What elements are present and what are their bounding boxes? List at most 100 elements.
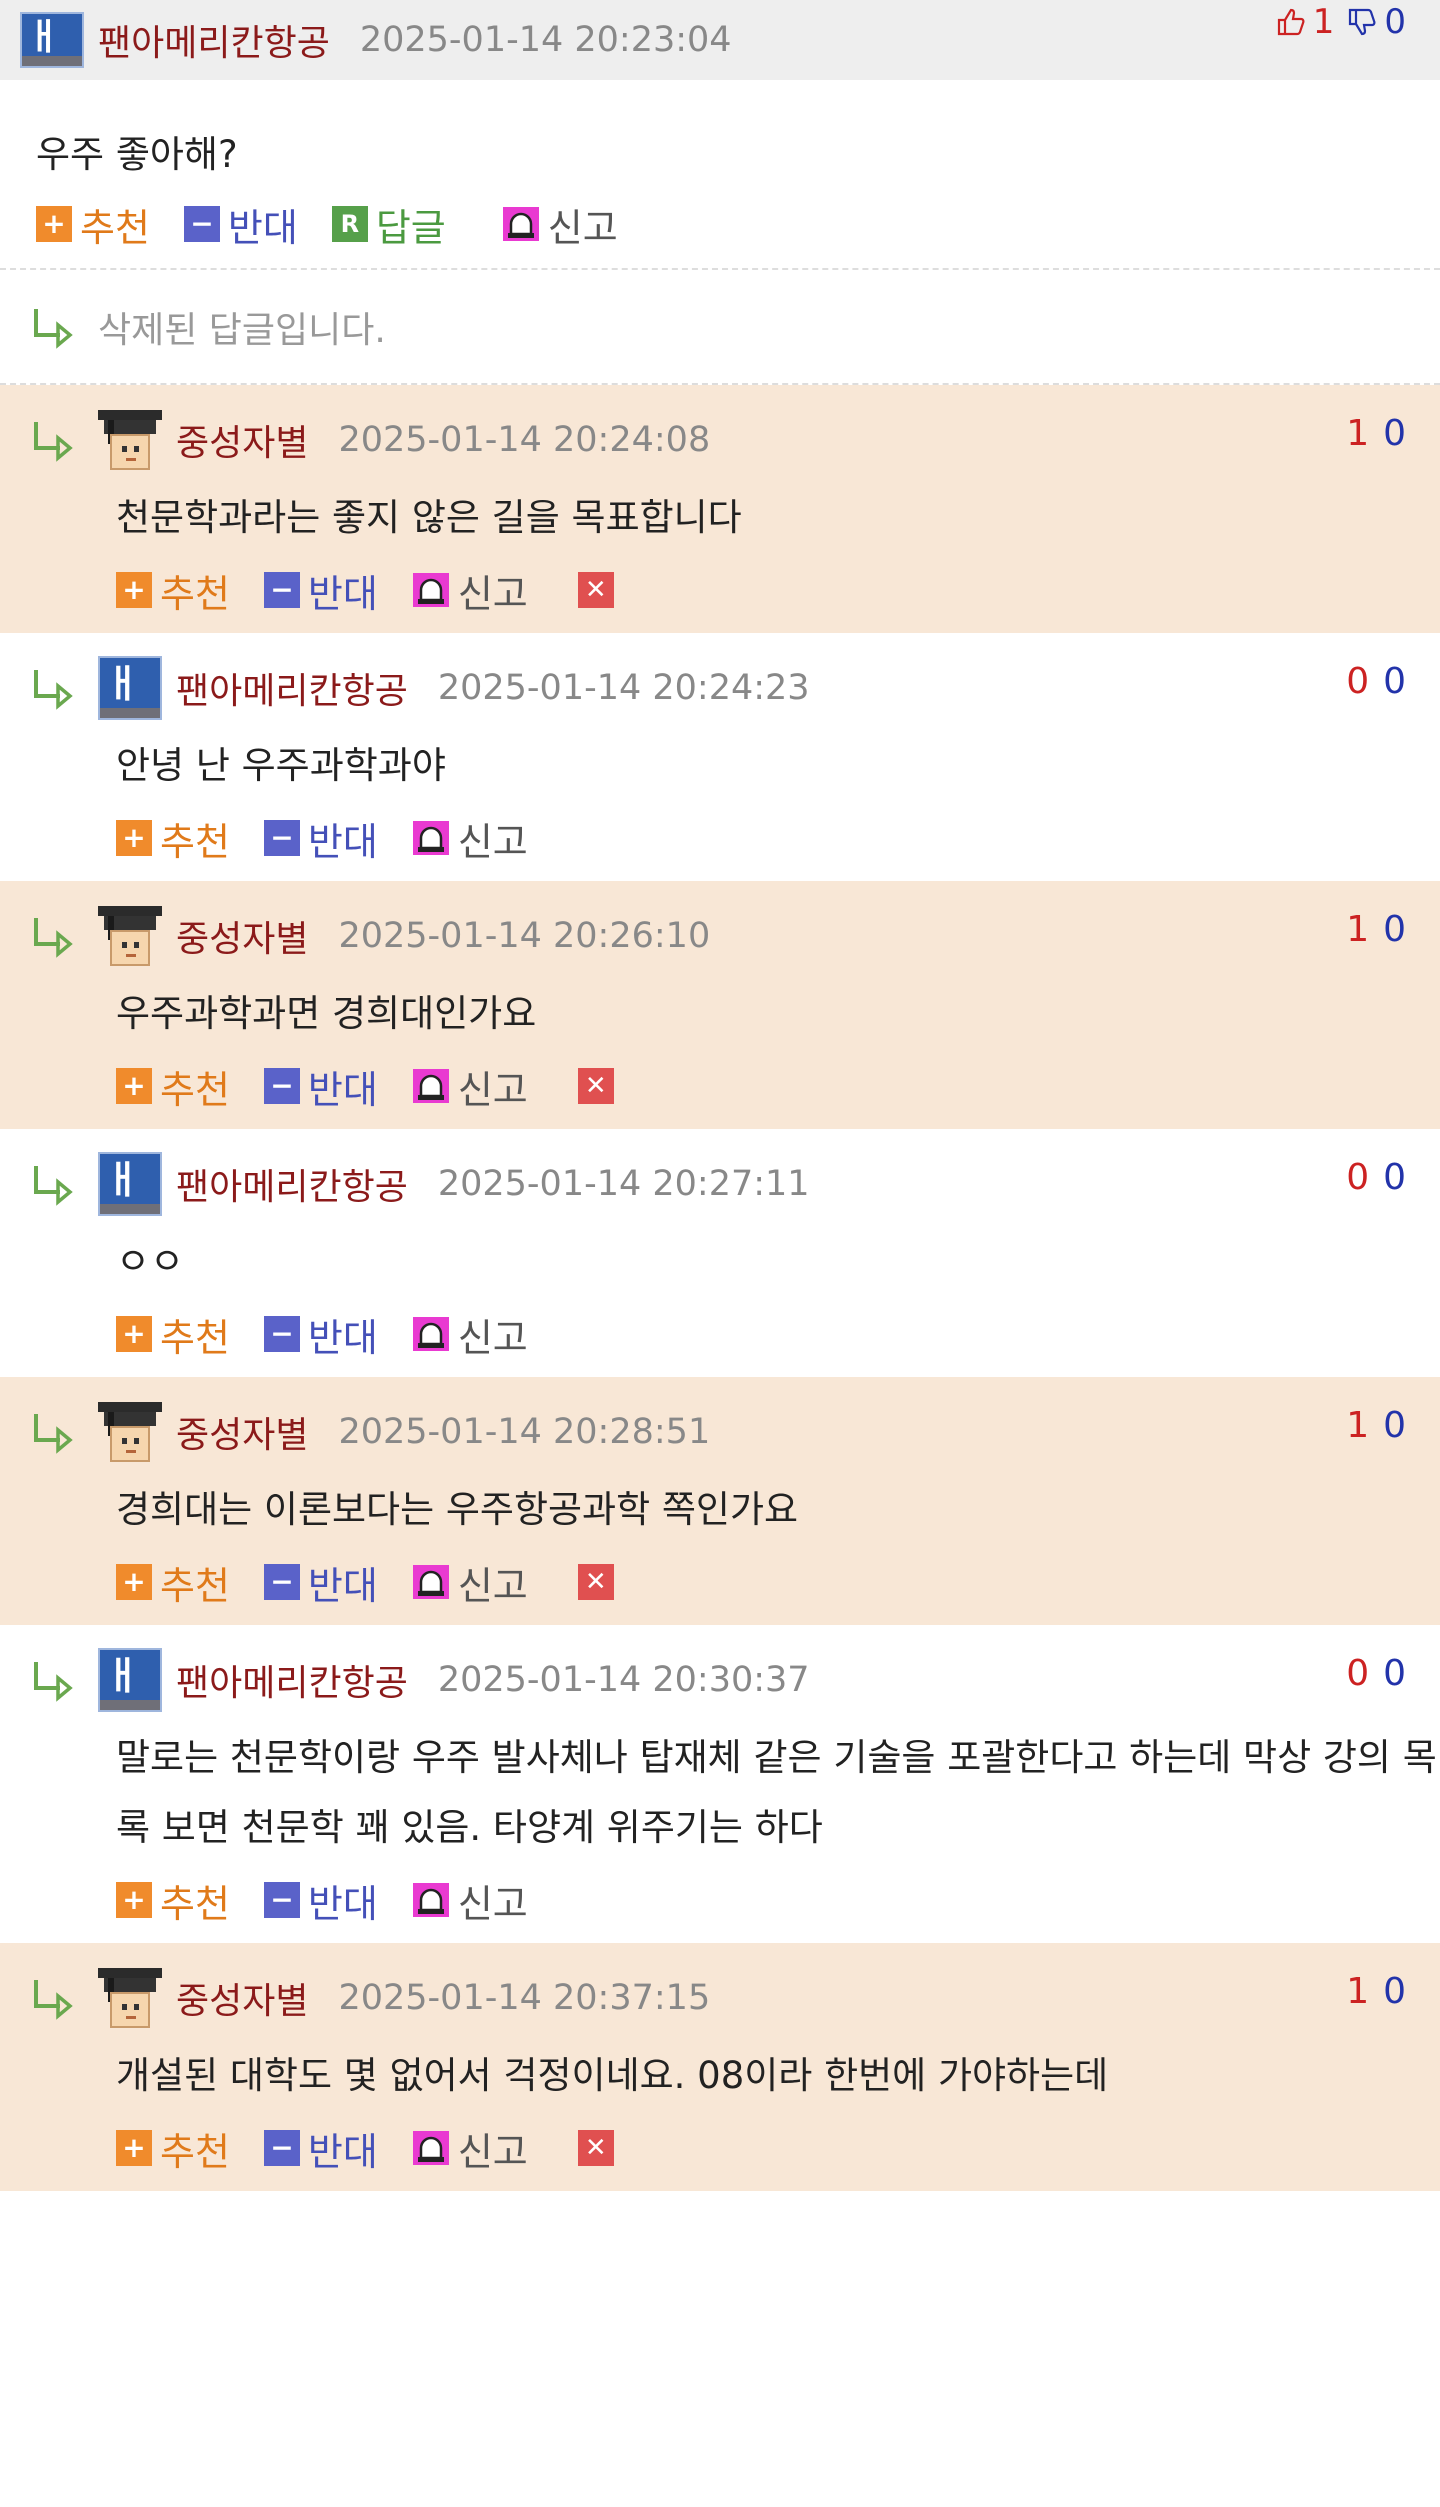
author-nickname[interactable]: 팬아메리칸항공 — [176, 1158, 408, 1210]
thumbs-up-icon[interactable] — [1275, 6, 1307, 38]
recommend-button[interactable]: + 추천 — [116, 811, 230, 866]
level-icon: ㅐ21 — [20, 12, 84, 68]
down-count: 0 — [1384, 2, 1406, 42]
reply-header: 중성자별 2025-01-14 20:37:15 — [0, 1943, 1440, 2033]
recommend-button[interactable]: + 추천 — [36, 197, 150, 252]
delete-button[interactable]: ✕ — [577, 1564, 622, 1600]
oppose-button[interactable]: − 반대 — [263, 811, 378, 866]
author-nickname[interactable]: 중성자별 — [176, 1972, 308, 2024]
recommend-button[interactable]: + 추천 — [116, 1307, 230, 1362]
reply-item: ㅐ21 팬아메리칸항공 2025-01-14 20:24:23 0 0 안녕 난… — [0, 633, 1440, 881]
reply-arrow-icon — [34, 422, 73, 462]
vote-counts: 1 0 — [1346, 909, 1406, 950]
author-nickname[interactable]: 팬아메리칸항공 — [176, 1654, 408, 1706]
plus-icon: + — [116, 820, 152, 856]
close-icon: ✕ — [577, 1068, 614, 1104]
plus-icon: + — [116, 572, 152, 608]
delete-button[interactable]: ✕ — [577, 2130, 622, 2166]
recommend-button[interactable]: + 추천 — [116, 1873, 230, 1928]
comment-date: 2025-01-14 20:28:51 — [338, 1412, 711, 1452]
author-nickname[interactable]: 팬아메리칸항공 — [98, 14, 330, 66]
recommend-button[interactable]: + 추천 — [116, 1555, 230, 1610]
minus-icon: − — [263, 820, 300, 856]
report-button[interactable]: 신고 — [412, 563, 528, 618]
up-count[interactable]: 0 — [1346, 1157, 1369, 1198]
up-count[interactable]: 1 — [1346, 909, 1369, 950]
author-nickname[interactable]: 중성자별 — [176, 910, 308, 962]
oppose-button[interactable]: − 반대 — [263, 1555, 378, 1610]
up-count[interactable]: 1 — [1346, 413, 1369, 454]
comment-thread: ㅐ21 팬아메리칸항공 2025-01-14 20:23:04 1 0 우주 좋… — [0, 0, 1440, 2191]
close-icon: ✕ — [577, 1564, 614, 1600]
down-count[interactable]: 0 — [1383, 661, 1406, 702]
thumbs-down-icon[interactable] — [1346, 6, 1378, 38]
oppose-button[interactable]: − 반대 — [263, 1059, 378, 1114]
comment-date: 2025-01-14 20:27:11 — [437, 1164, 810, 1204]
siren-icon — [412, 821, 449, 855]
report-button[interactable]: 신고 — [412, 2121, 528, 2176]
level-icon: ㅐ21 — [98, 1648, 162, 1712]
vote-counts: 1 0 — [1275, 0, 1406, 44]
comment-actions: + 추천 − 반대 R 답글 신고 — [0, 206, 1440, 268]
graduate-avatar-icon — [98, 408, 162, 472]
plus-icon: + — [36, 206, 72, 242]
down-count[interactable]: 0 — [1383, 1971, 1406, 2012]
author-nickname[interactable]: 중성자별 — [176, 1406, 308, 1458]
recommend-button[interactable]: + 추천 — [116, 1059, 230, 1114]
reply-item: ㅐ21 팬아메리칸항공 2025-01-14 20:27:11 0 0 ㅇㅇ +… — [0, 1129, 1440, 1377]
delete-button[interactable]: ✕ — [577, 572, 622, 608]
reply-header: 중성자별 2025-01-14 20:24:08 — [0, 385, 1440, 475]
author-nickname[interactable]: 팬아메리칸항공 — [176, 662, 408, 714]
siren-icon — [412, 1069, 449, 1103]
delete-button[interactable]: ✕ — [577, 1068, 622, 1104]
minus-icon: − — [263, 1882, 300, 1918]
vote-counts: 0 0 — [1346, 661, 1406, 702]
report-button[interactable]: 신고 — [502, 197, 618, 252]
main-comment-header: ㅐ21 팬아메리칸항공 2025-01-14 20:23:04 1 0 — [0, 0, 1440, 80]
vote-counts: 1 0 — [1346, 1971, 1406, 2012]
plus-icon: + — [116, 1564, 152, 1600]
down-count[interactable]: 0 — [1383, 1405, 1406, 1446]
down-count[interactable]: 0 — [1383, 413, 1406, 454]
reply-arrow-icon — [34, 918, 73, 958]
author-nickname[interactable]: 중성자별 — [176, 414, 308, 466]
comment-date: 2025-01-14 20:37:15 — [338, 1978, 711, 2018]
comment-text: 우주 좋아해? — [36, 133, 238, 176]
up-count[interactable]: 1 — [1346, 1971, 1369, 2012]
recommend-button[interactable]: + 추천 — [116, 2121, 230, 2176]
up-count[interactable]: 0 — [1346, 661, 1369, 702]
oppose-button[interactable]: − 반대 — [263, 1873, 378, 1928]
reply-arrow-icon — [34, 1166, 73, 1206]
report-button[interactable]: 신고 — [412, 1307, 528, 1362]
siren-icon — [412, 1317, 449, 1351]
plus-icon: + — [116, 1068, 152, 1104]
comment-actions: + 추천 − 반대 신고 — [0, 1316, 1440, 1377]
reply-header: 중성자별 2025-01-14 20:28:51 — [0, 1377, 1440, 1467]
reply-r-icon: R — [331, 206, 368, 242]
reply-item: 중성자별 2025-01-14 20:28:51 1 0 경희대는 이론보다는 … — [0, 1377, 1440, 1625]
comment-actions: + 추천 − 반대 신고 — [0, 1882, 1440, 1943]
close-icon: ✕ — [577, 2130, 614, 2166]
report-button[interactable]: 신고 — [412, 1873, 528, 1928]
report-button[interactable]: 신고 — [412, 1059, 528, 1114]
up-count[interactable]: 1 — [1346, 1405, 1369, 1446]
minus-icon: − — [263, 2130, 300, 2166]
reply-button[interactable]: R 답글 — [331, 197, 446, 252]
down-count[interactable]: 0 — [1383, 1157, 1406, 1198]
recommend-button[interactable]: + 추천 — [116, 563, 230, 618]
oppose-button[interactable]: − 반대 — [263, 1307, 378, 1362]
report-button[interactable]: 신고 — [412, 1555, 528, 1610]
down-count[interactable]: 0 — [1383, 1653, 1406, 1694]
oppose-button[interactable]: − 반대 — [263, 563, 378, 618]
reply-item: ㅐ21 팬아메리칸항공 2025-01-14 20:30:37 0 0 말로는 … — [0, 1625, 1440, 1943]
oppose-button[interactable]: − 반대 — [183, 197, 298, 252]
siren-icon — [412, 1565, 449, 1599]
up-count[interactable]: 0 — [1346, 1653, 1369, 1694]
minus-icon: − — [263, 572, 300, 608]
graduate-avatar-icon — [98, 1966, 162, 2030]
level-icon: ㅐ21 — [98, 1152, 162, 1216]
down-count[interactable]: 0 — [1383, 909, 1406, 950]
graduate-avatar-icon — [98, 904, 162, 968]
report-button[interactable]: 신고 — [412, 811, 528, 866]
oppose-button[interactable]: − 반대 — [263, 2121, 378, 2176]
